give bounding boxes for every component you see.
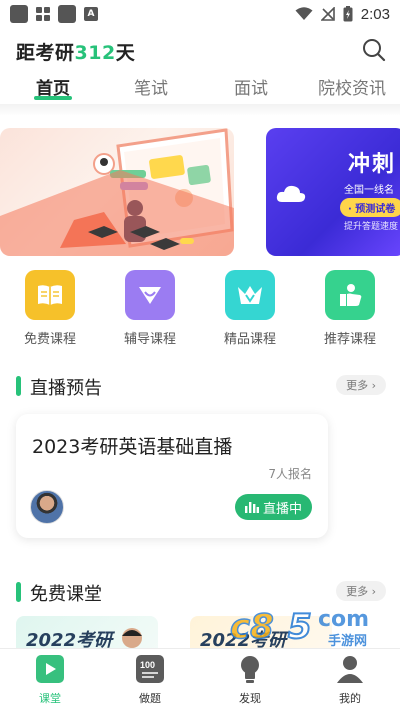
teacher-avatar <box>30 490 64 524</box>
grid-notification-icon <box>36 7 50 21</box>
text-notification-icon: A <box>84 7 98 21</box>
live-now-label: 直播中 <box>262 501 302 517</box>
section-accent-bar <box>16 376 21 396</box>
section-accent-bar <box>16 582 21 602</box>
status-bar: A 2:03 <box>0 0 400 28</box>
site-watermark: c8 5 com 手游网 <box>222 604 392 649</box>
category-label: 辅导课程 <box>123 332 176 347</box>
banner-sprint-subtitle: 全国一线名 <box>344 185 394 196</box>
nav-label: 我的 <box>339 692 361 705</box>
free-section-title: 免费课堂 <box>30 584 102 605</box>
search-icon <box>363 39 386 62</box>
no-signal-icon <box>320 7 335 21</box>
svg-text:5: 5 <box>288 607 312 647</box>
category-label: 免费课程 <box>23 332 76 347</box>
svg-text:100: 100 <box>140 660 155 670</box>
battery-charging-icon <box>343 6 353 22</box>
title-suffix: 天 <box>115 42 136 64</box>
free-more-button[interactable]: 更多 › <box>336 581 386 601</box>
banner-sprint[interactable]: 冲刺 全国一线名 · 预测试卷 提升答题速度 <box>266 128 400 256</box>
nav-label: 做题 <box>139 692 161 705</box>
app-header: 距考研312天 <box>0 30 400 70</box>
notification-app-icon <box>10 5 28 23</box>
cloud-icon <box>276 185 306 202</box>
banner-sprint-title: 冲刺 <box>348 152 397 177</box>
live-course-title: 2023考研英语基础直播 <box>32 436 233 458</box>
category-premium-courses[interactable]: 精品课程 <box>210 270 290 347</box>
banner-sprint-pill: · 预测试卷 <box>340 198 400 217</box>
title-prefix: 距考研 <box>16 42 75 64</box>
svg-text:c8: c8 <box>230 607 274 647</box>
live-course-card[interactable]: 2023考研英语基础直播 7人报名 直播中 <box>16 414 328 538</box>
live-section-title: 直播预告 <box>30 378 102 399</box>
status-time: 2:03 <box>360 5 390 23</box>
watermark-text: 手游网 <box>328 634 368 649</box>
search-button[interactable] <box>362 38 386 62</box>
free-section-header: 免费课堂 更多 › <box>16 580 386 605</box>
nav-discover[interactable]: 发现 <box>220 655 280 706</box>
nav-practice[interactable]: 100 做题 <box>120 655 180 706</box>
nav-classroom[interactable]: 课堂 <box>20 655 80 706</box>
category-label: 推荐课程 <box>323 332 376 347</box>
exam-paper-icon: 100 <box>136 655 164 683</box>
bottom-navigation: 课堂 100 做题 发现 我的 <box>0 648 400 711</box>
crown-icon <box>225 270 275 320</box>
enrollment-count: 7人报名 <box>268 467 312 481</box>
category-label: 精品课程 <box>223 332 276 347</box>
divider <box>0 104 400 116</box>
notification-app-icon <box>58 5 76 23</box>
days-remaining: 312 <box>74 42 116 64</box>
live-more-button[interactable]: 更多 › <box>336 375 386 395</box>
nav-label: 课堂 <box>39 692 61 705</box>
signal-bars-icon <box>244 502 259 513</box>
thumbs-up-icon <box>325 270 375 320</box>
book-icon <box>25 270 75 320</box>
exam-countdown-title: 距考研312天 <box>16 38 135 65</box>
category-tutoring-courses[interactable]: 辅导课程 <box>110 270 190 347</box>
banner-illustration <box>0 128 234 256</box>
play-icon <box>36 655 64 683</box>
svg-text:com: com <box>318 607 369 632</box>
wifi-icon <box>295 7 313 20</box>
nav-profile[interactable]: 我的 <box>320 655 380 706</box>
user-icon <box>336 655 364 683</box>
live-now-button[interactable]: 直播中 <box>234 494 312 520</box>
lightbulb-icon <box>236 655 264 683</box>
active-tab-indicator <box>34 96 72 100</box>
category-recommended-courses[interactable]: 推荐课程 <box>310 270 390 347</box>
tab-school-news[interactable]: 院校资讯 <box>312 74 392 99</box>
banner-sprint-note: 提升答题速度 <box>344 222 399 232</box>
category-free-courses[interactable]: 免费课程 <box>10 270 90 347</box>
nav-label: 发现 <box>239 692 261 705</box>
live-section-header: 直播预告 更多 › <box>16 374 386 399</box>
tab-interview[interactable]: 面试 <box>228 74 274 99</box>
tab-written-exam[interactable]: 笔试 <box>128 74 174 99</box>
banner-online-classroom[interactable] <box>0 128 234 256</box>
heart-diamond-icon <box>125 270 175 320</box>
